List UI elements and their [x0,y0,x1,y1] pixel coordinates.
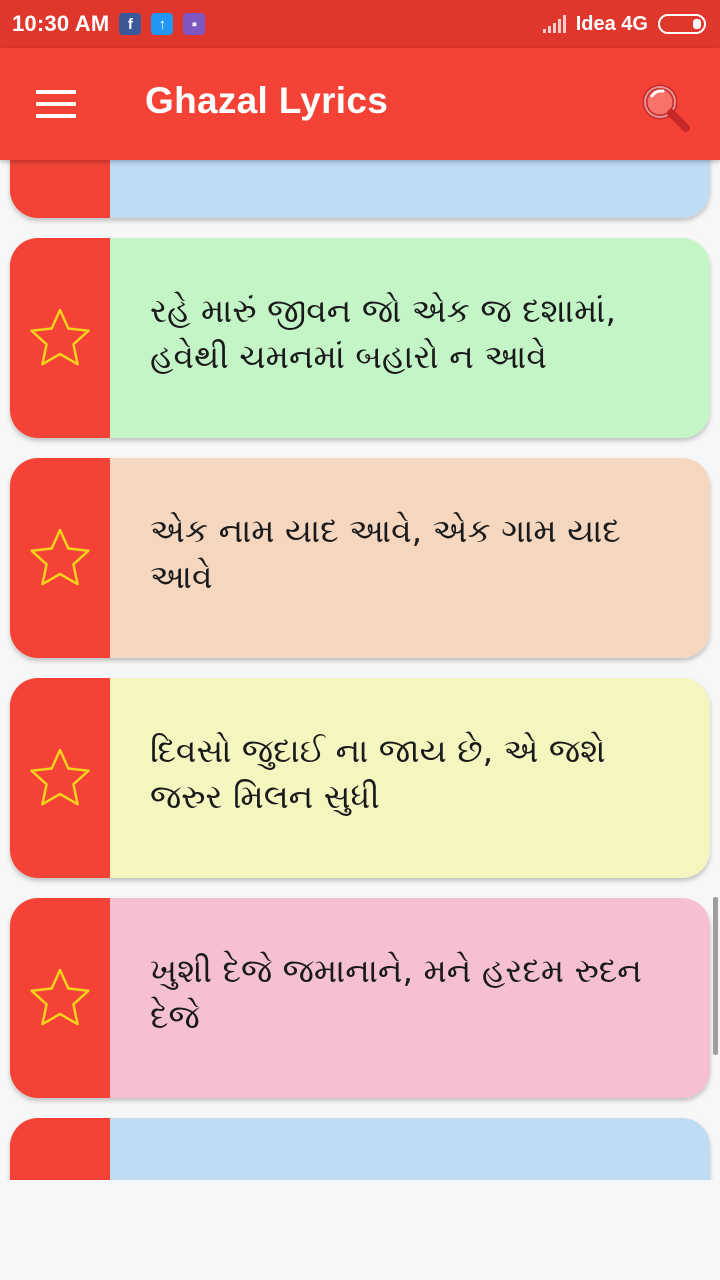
signal-icon [542,15,566,33]
lyric-card[interactable] [10,160,710,218]
star-icon [30,308,90,366]
search-icon [642,84,690,132]
menu-icon-line [36,102,76,106]
scrollbar[interactable] [713,897,718,1055]
star-icon [30,528,90,586]
app-title: Ghazal Lyrics [145,80,389,121]
lyric-text: એક નામ યાદ આવે, એક ગામ યાદ આવે [110,458,710,658]
favorite-star-button[interactable] [10,678,110,878]
app-notification-icon: ▪ [183,13,206,35]
bottom-blank-area [0,1180,720,1280]
upload-icon: ↑ [151,13,174,35]
lyric-card[interactable]: રહે મારું જીવન જો એક જ દશામાં, હવેથી ચમન… [10,238,710,438]
menu-icon-line [36,114,76,118]
status-left: 10:30 AM f ↑ ▪ [12,11,206,37]
favorite-star-button[interactable] [10,458,110,658]
lyric-text [110,1118,710,1180]
lyric-card[interactable] [10,1118,710,1180]
lyric-text: રહે મારું જીવન જો એક જ દશામાં, હવેથી ચમન… [110,238,710,438]
search-button[interactable] [636,78,696,138]
favorite-star-area[interactable] [10,1118,110,1180]
lyric-text: દિવસો જુદાઈ ના જાય છે, એ જશે જરુર મિલન સ… [110,678,710,878]
lyric-card[interactable]: એક નામ યાદ આવે, એક ગામ યાદ આવે [10,458,710,658]
battery-icon [658,14,706,34]
facebook-icon: f [119,13,142,35]
carrier-label: Idea 4G [575,12,648,35]
favorite-star-button[interactable] [10,898,110,1098]
status-bar: 10:30 AM f ↑ ▪ Idea 4G [0,0,720,48]
favorite-star-area[interactable] [10,160,110,218]
status-right: Idea 4G [542,12,706,36]
lyric-card[interactable]: દિવસો જુદાઈ ના જાય છે, એ જશે જરુર મિલન સ… [10,678,710,878]
star-icon [30,748,90,806]
menu-icon-line [36,90,76,94]
menu-button[interactable] [36,90,76,118]
lyric-card[interactable]: ખુશી દેજે જમાનાને, મને હરદમ રુદન દેજે [10,898,710,1098]
favorite-star-button[interactable] [10,238,110,438]
star-icon [30,968,90,1026]
status-time: 10:30 AM [12,11,110,36]
lyric-text [110,160,710,218]
lyrics-list[interactable]: રહે મારું જીવન જો એક જ દશામાં, હવેથી ચમન… [0,160,720,1180]
app-bar: Ghazal Lyrics [0,48,720,160]
lyric-text: ખુશી દેજે જમાનાને, મને હરદમ રુદન દેજે [110,898,710,1098]
